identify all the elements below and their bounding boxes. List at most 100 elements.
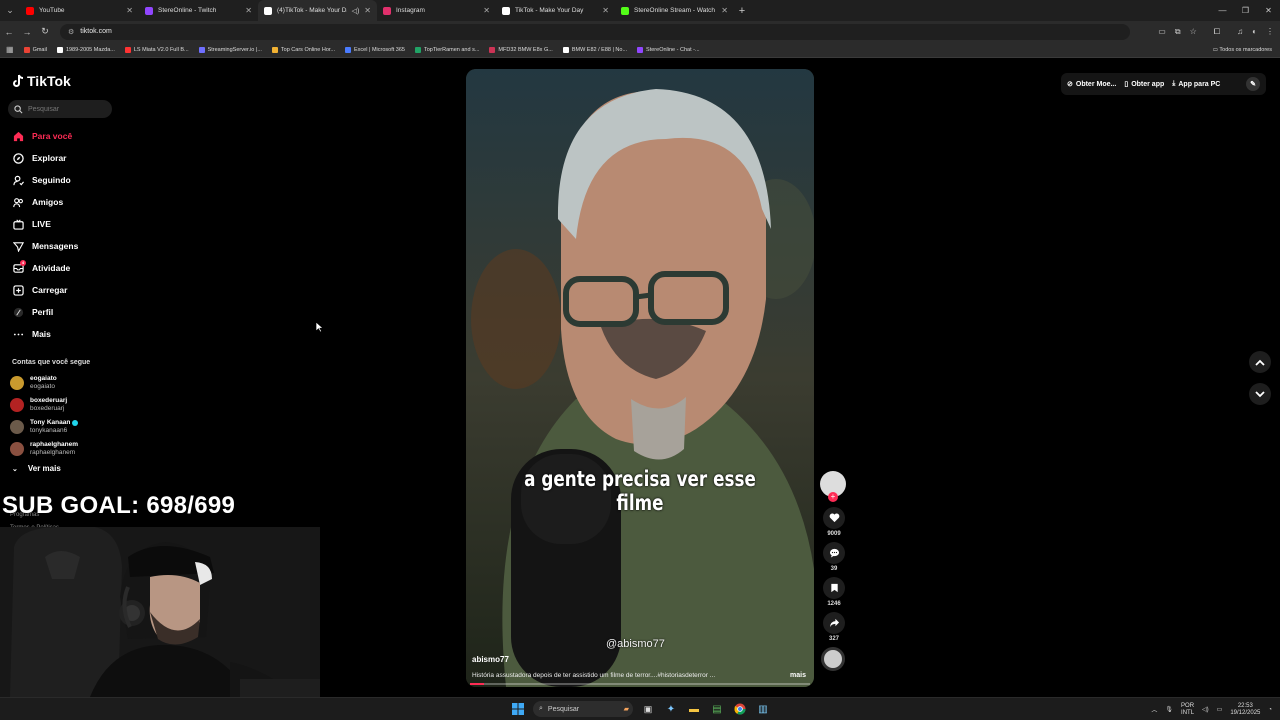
comment-action[interactable]: 39 — [820, 542, 848, 572]
forward-icon[interactable]: → — [18, 27, 36, 37]
bookmark-item[interactable]: LS Miata V2.0 Full B... — [124, 46, 189, 53]
tray-chevron-icon[interactable]: ︿ — [1151, 705, 1157, 714]
chrome-icon[interactable] — [732, 701, 748, 717]
following-account[interactable]: raphaelghanem raphaelghanem — [10, 438, 110, 460]
tab-close-icon[interactable]: ✕ — [721, 6, 728, 15]
sidebar-item-home[interactable]: Para você — [12, 125, 112, 147]
apps-icon[interactable]: ▦ — [6, 45, 14, 54]
home-icon — [12, 130, 24, 142]
save-action[interactable]: 1246 — [820, 577, 848, 607]
tab-favicon-icon — [145, 6, 153, 15]
tiktok-logo[interactable]: TikTok — [12, 73, 71, 89]
bookmark-item[interactable]: MFD32 BMW E8x G... — [489, 46, 553, 53]
browser-tab[interactable]: YouTube ✕ — [20, 0, 139, 21]
like-action[interactable]: 9009 — [820, 507, 848, 537]
avatar — [10, 420, 24, 434]
reload-icon[interactable]: ↻ — [36, 26, 54, 37]
video-author[interactable]: abismo77 — [472, 655, 509, 664]
sidebar-item-send[interactable]: Mensagens — [12, 235, 112, 257]
video-player[interactable]: a gente precisa ver esse filme @abismo77… — [466, 69, 814, 687]
bookmark-item[interactable]: Excel | Microsoft 365 — [345, 46, 405, 53]
task-view-icon[interactable]: ▣ — [640, 701, 656, 717]
copilot-icon[interactable]: ✦ — [663, 701, 679, 717]
sidebar-item-inbox[interactable]: 4 Atividade — [12, 257, 112, 279]
minimize-icon[interactable]: — — [1211, 0, 1234, 21]
browser-tab[interactable]: Instagram ✕ — [377, 0, 496, 21]
music-disc-icon[interactable] — [821, 647, 845, 671]
profile-avatar-icon[interactable]: ◐ — [1252, 27, 1257, 36]
notification-badge: 4 — [20, 260, 26, 266]
following-account[interactable]: boxederuarj boxederuarj — [10, 394, 110, 416]
follow-plus-icon[interactable]: + — [828, 492, 838, 502]
notifications-icon[interactable]: ◔ — [1268, 707, 1272, 713]
language-code: POR — [1181, 702, 1195, 709]
maximize-icon[interactable]: ❐ — [1234, 0, 1257, 21]
next-video-button[interactable] — [1249, 383, 1271, 405]
language-indicator[interactable]: POR INTL — [1181, 703, 1194, 717]
following-account[interactable]: eogaiato eogaiato — [10, 372, 110, 394]
tab-close-icon[interactable]: ✕ — [126, 6, 133, 15]
battery-icon[interactable]: ▭ — [1217, 706, 1223, 713]
file-explorer-icon[interactable]: ▬ — [686, 701, 702, 717]
see-more-button[interactable]: ⌄ Ver mais — [12, 464, 61, 473]
notepad-icon[interactable]: ▥ — [755, 701, 771, 717]
search-input[interactable] — [28, 105, 108, 113]
bookmark-item[interactable]: Gmail — [23, 46, 47, 53]
bookmark-star-icon[interactable]: ☆ — [1190, 27, 1197, 36]
browser-tab[interactable]: StereOnline - Twitch ✕ — [139, 0, 258, 21]
translate-icon[interactable]: ⧉ — [1175, 27, 1181, 37]
taskbar-search[interactable]: ⌕ Pesquisar ▰ — [533, 701, 633, 717]
creator-avatar[interactable]: + — [820, 471, 846, 502]
audio-playing-icon[interactable]: ◁) — [352, 7, 360, 15]
store-icon[interactable]: ▤ — [709, 701, 725, 717]
bookmark-item[interactable]: BMW E82 / E88 | No... — [562, 46, 627, 53]
get-coins-link[interactable]: ⊘ Obter Moe... — [1067, 80, 1116, 89]
bookmark-item[interactable]: StreamingServer.io |... — [198, 46, 262, 53]
menu-icon[interactable]: ⋮ — [1266, 27, 1274, 36]
browser-tab[interactable]: (4)TikTok - Make Your Day ◁) ✕ — [258, 0, 377, 21]
cast-icon[interactable]: ▭ — [1158, 27, 1166, 36]
following-account[interactable]: Tony Kanaan tonykanaan6 — [10, 416, 110, 438]
sidebar-item-upload[interactable]: Carregar — [12, 279, 112, 301]
share-action[interactable]: 327 — [820, 612, 848, 642]
bookmark-item[interactable]: StereOnline - Chat -... — [637, 46, 700, 53]
sidebar-item-friends[interactable]: Amigos — [12, 191, 112, 213]
extensions-icon[interactable]: ⧠ — [1214, 27, 1220, 37]
tab-close-icon[interactable]: ✕ — [364, 6, 371, 15]
browser-tab[interactable]: StereOnline Stream - Watch Li... ✕ — [615, 0, 734, 21]
description-more-button[interactable]: mais — [790, 672, 806, 679]
site-info-icon[interactable]: ⚙ — [68, 28, 74, 36]
user-avatar-icon[interactable]: ✎ — [1246, 77, 1260, 91]
browser-toolbar: ← → ↻ ⚙ tiktok.com ▭ ⧉ ☆ ⧠ ♫ ◐ ⋮ — [0, 21, 1280, 42]
back-icon[interactable]: ← — [0, 27, 18, 37]
media-icon[interactable]: ♫ — [1237, 27, 1243, 36]
get-app-link[interactable]: ▯ Obter app — [1124, 80, 1164, 89]
video-description: História assustadora depois de ter assis… — [472, 672, 716, 679]
sidebar-item-profile[interactable]: Perfil — [12, 301, 112, 323]
tab-close-icon[interactable]: ✕ — [245, 6, 252, 15]
share-icon — [829, 618, 839, 628]
pc-app-link[interactable]: ⤓ App para PC — [1172, 80, 1220, 88]
tab-close-icon[interactable]: ✕ — [483, 6, 490, 15]
bookmark-item[interactable]: Top Cars Online Hor... — [271, 46, 335, 53]
search-box[interactable] — [8, 100, 112, 118]
windows-start-icon[interactable] — [510, 701, 526, 717]
sidebar-item-live[interactable]: LIVE — [12, 213, 112, 235]
bookmark-item[interactable]: 1989-2005 Mazda... — [56, 46, 115, 53]
video-progress-bar[interactable] — [470, 683, 810, 685]
sidebar-item-more[interactable]: Mais — [12, 323, 112, 345]
microphone-icon[interactable]: 🎙︎ — [1165, 706, 1173, 713]
volume-icon[interactable]: ◁) — [1202, 706, 1209, 713]
previous-video-button[interactable] — [1249, 351, 1271, 373]
browser-tab[interactable]: TikTok - Make Your Day ✕ — [496, 0, 615, 21]
close-window-icon[interactable]: ✕ — [1257, 0, 1280, 21]
sidebar-item-user-follow[interactable]: Seguindo — [12, 169, 112, 191]
all-bookmarks-button[interactable]: ▭ Todos os marcadores — [1213, 42, 1272, 58]
system-clock[interactable]: 22:53 19/12/2025 — [1230, 703, 1260, 717]
address-bar[interactable]: ⚙ tiktok.com — [60, 23, 1130, 40]
bookmark-item[interactable]: TopTierRamen and s... — [414, 46, 479, 53]
tab-search-icon[interactable]: ⌄ — [0, 0, 20, 21]
sidebar-item-compass[interactable]: Explorar — [12, 147, 112, 169]
tab-close-icon[interactable]: ✕ — [602, 6, 609, 15]
new-tab-button[interactable]: + — [734, 5, 750, 17]
